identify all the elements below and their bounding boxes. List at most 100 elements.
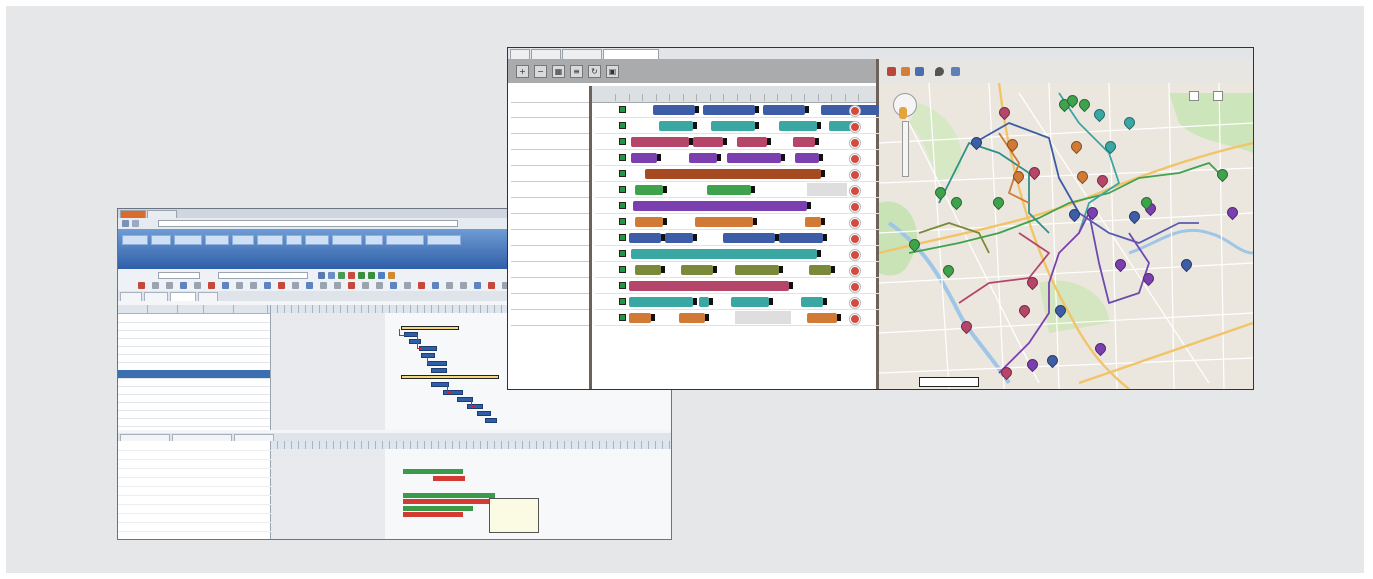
toolbar-icon[interactable] xyxy=(250,282,257,289)
toolbar-icon[interactable] xyxy=(194,282,201,289)
job-bar[interactable] xyxy=(763,105,805,115)
task-bar[interactable] xyxy=(431,368,447,373)
shift-end-icon[interactable] xyxy=(850,250,860,260)
task-row[interactable] xyxy=(118,418,270,427)
job-bar[interactable] xyxy=(707,185,751,195)
shift-start-icon[interactable] xyxy=(619,282,626,289)
summary-task-bar[interactable] xyxy=(401,326,459,330)
shift-start-icon[interactable] xyxy=(619,122,626,129)
shift-end-icon[interactable] xyxy=(850,154,860,164)
technician-name[interactable] xyxy=(511,294,589,310)
shift-start-icon[interactable] xyxy=(619,138,626,145)
toolbar-icon[interactable] xyxy=(328,272,335,279)
street-view-icon[interactable] xyxy=(899,107,907,119)
shift-start-icon[interactable] xyxy=(619,298,626,305)
job-bar[interactable] xyxy=(737,137,767,147)
ribbon-menu-item[interactable] xyxy=(305,235,329,245)
job-bar[interactable] xyxy=(629,233,661,243)
job-bar[interactable] xyxy=(659,121,693,131)
shift-start-icon[interactable] xyxy=(619,234,626,241)
job-bar[interactable] xyxy=(681,265,713,275)
ribbon-menu-item[interactable] xyxy=(257,235,283,245)
toolbar-icon[interactable] xyxy=(432,282,439,289)
technician-name[interactable] xyxy=(511,214,589,230)
resource-tab[interactable] xyxy=(234,434,274,441)
ribbon-menu-item[interactable] xyxy=(122,235,148,245)
allocation-bar-green[interactable] xyxy=(403,506,473,511)
job-bar[interactable] xyxy=(689,153,717,163)
browser-tab-active[interactable] xyxy=(120,210,146,218)
overallocation-bar[interactable] xyxy=(403,499,495,504)
map-view-button[interactable] xyxy=(1189,91,1199,101)
shift-end-icon[interactable] xyxy=(850,138,860,148)
toolbar-icon[interactable] xyxy=(390,282,397,289)
shift-end-icon[interactable] xyxy=(850,186,860,196)
view-tab[interactable] xyxy=(144,292,168,301)
job-bar[interactable] xyxy=(635,185,663,195)
pin-icon[interactable] xyxy=(935,67,944,76)
shift-end-icon[interactable] xyxy=(850,202,860,212)
grid-column-header[interactable] xyxy=(178,305,204,313)
shift-start-icon[interactable] xyxy=(619,170,626,177)
shift-end-icon[interactable] xyxy=(850,282,860,292)
job-bar[interactable] xyxy=(631,249,817,259)
job-bar[interactable] xyxy=(793,137,815,147)
forward-icon[interactable] xyxy=(132,220,139,227)
allocation-bar-green[interactable] xyxy=(403,469,463,474)
technician-name[interactable] xyxy=(511,246,589,262)
job-bar[interactable] xyxy=(693,137,723,147)
grid-column-header[interactable] xyxy=(204,305,234,313)
overallocation-bar[interactable] xyxy=(403,512,463,517)
technician-name[interactable] xyxy=(511,310,589,326)
job-bar[interactable] xyxy=(809,265,831,275)
toolbar-icon[interactable] xyxy=(460,282,467,289)
technician-name[interactable] xyxy=(511,198,589,214)
shift-start-icon[interactable] xyxy=(619,186,626,193)
toolbar-icon[interactable] xyxy=(208,282,215,289)
route-map[interactable] xyxy=(879,59,1253,389)
job-bar[interactable] xyxy=(711,121,755,131)
job-bar[interactable] xyxy=(635,265,661,275)
job-bar[interactable] xyxy=(699,297,709,307)
resource-row[interactable] xyxy=(118,522,272,532)
print-icon[interactable] xyxy=(887,67,896,76)
ribbon-menu-item[interactable] xyxy=(174,235,202,245)
tab-jobs[interactable] xyxy=(510,49,530,59)
ribbon-menu-item[interactable] xyxy=(332,235,362,245)
back-icon[interactable] xyxy=(122,220,129,227)
ribbon-menu-item[interactable] xyxy=(286,235,302,245)
resource-tab[interactable] xyxy=(172,434,232,441)
calendar-button[interactable]: ▣ xyxy=(606,65,619,78)
toolbar-icon[interactable] xyxy=(376,282,383,289)
job-bar[interactable] xyxy=(805,217,821,227)
ribbon-menu-item[interactable] xyxy=(427,235,461,245)
view-tab[interactable] xyxy=(170,292,196,301)
layers-icon[interactable] xyxy=(901,67,910,76)
toolbar-icon[interactable] xyxy=(318,272,325,279)
grid-column-header[interactable] xyxy=(148,305,178,313)
job-bar[interactable] xyxy=(807,313,837,323)
overallocation-bar[interactable] xyxy=(433,476,465,481)
shift-end-icon[interactable] xyxy=(850,106,860,116)
toolbar-icon[interactable] xyxy=(138,282,145,289)
tab-work-list[interactable] xyxy=(531,49,561,59)
ribbon-menu-item[interactable] xyxy=(365,235,383,245)
technician-name[interactable] xyxy=(511,278,589,294)
toolbar-icon[interactable] xyxy=(222,282,229,289)
toolbar-icon[interactable] xyxy=(236,282,243,289)
shift-end-icon[interactable] xyxy=(850,298,860,308)
add-button[interactable]: + xyxy=(516,65,529,78)
shift-start-icon[interactable] xyxy=(619,266,626,273)
task-bar[interactable] xyxy=(443,390,463,395)
shift-start-icon[interactable] xyxy=(619,106,626,113)
job-bar[interactable] xyxy=(779,121,817,131)
job-bar[interactable] xyxy=(631,153,657,163)
technician-name[interactable] xyxy=(511,118,589,134)
filter-select[interactable] xyxy=(218,272,308,279)
view-tab[interactable] xyxy=(120,292,142,301)
grid-view-button[interactable]: ▦ xyxy=(552,65,565,78)
toolbar-icon[interactable] xyxy=(334,282,341,289)
toolbar-icon[interactable] xyxy=(320,282,327,289)
ribbon-menu-item[interactable] xyxy=(151,235,171,245)
toolbar-icon[interactable] xyxy=(348,272,355,279)
